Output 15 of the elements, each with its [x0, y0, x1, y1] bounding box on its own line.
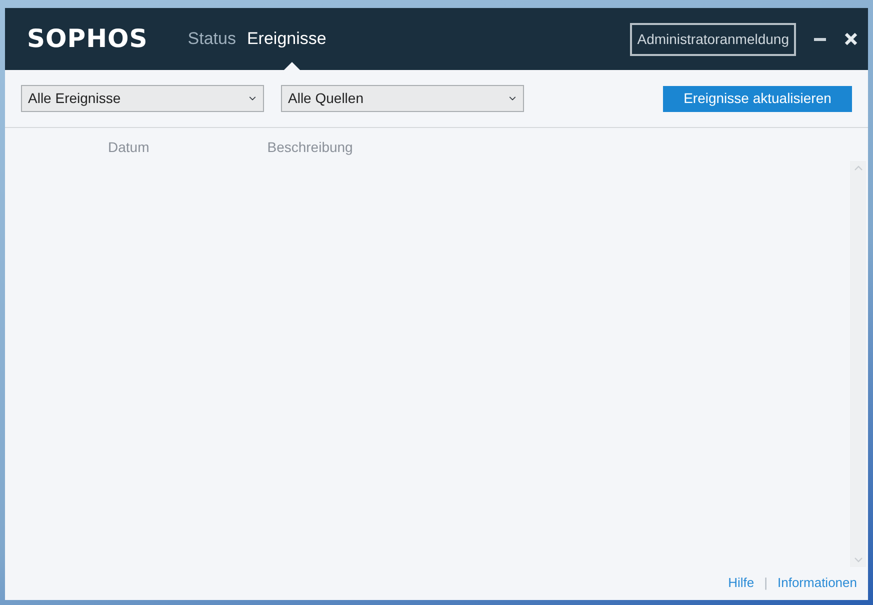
filter-dropdown[interactable]: Alle Ereignisse [21, 85, 264, 112]
filter-dropdown[interactable]: Alle Quellen [281, 85, 524, 112]
separator: | [764, 574, 768, 592]
column-header: Beschreibung [267, 138, 353, 157]
nav-tab[interactable]: Status [188, 8, 247, 70]
close-icon[interactable] [844, 32, 858, 46]
scroll-up-icon[interactable] [854, 165, 862, 171]
scrollbar[interactable] [850, 161, 866, 566]
logo: SOPHOS [27, 23, 148, 56]
minimize-icon[interactable] [814, 38, 826, 40]
column-header: Datum [108, 138, 150, 157]
nav-tab[interactable]: Ereignisse [246, 8, 338, 70]
scroll-down-icon[interactable] [854, 556, 862, 562]
admin-login-button[interactable]: Administratoranmeldung [630, 22, 796, 56]
refresh-button[interactable]: Ereignisse aktualisieren [663, 86, 852, 112]
